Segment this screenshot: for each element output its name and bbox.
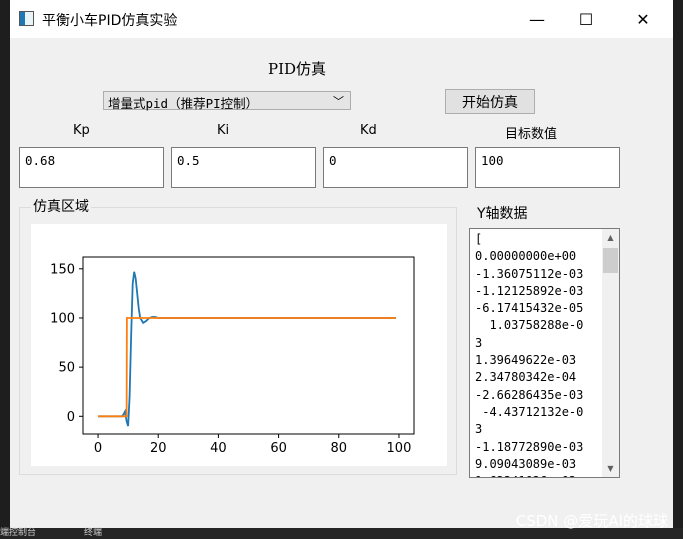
y-tick-label: 0 — [67, 410, 75, 425]
minimize-button[interactable]: — — [514, 0, 560, 38]
kp-value: 0.68 — [25, 153, 56, 168]
y-data-list[interactable]: [0.00000000e+00 -1.36075112e-03 -1.1212589… — [469, 228, 620, 478]
y-data-line: 3 — [475, 422, 483, 437]
x-tick-label: 40 — [210, 441, 227, 456]
scroll-up-icon[interactable]: ▲ — [602, 229, 619, 246]
y-tick-label: 50 — [58, 361, 75, 376]
y-data-line: 3 — [475, 335, 483, 350]
simulation-plot: 0 20 40 60 80 100 0 50 100 150 — [31, 224, 447, 466]
y-data-line: 9.09043089e-03 — [475, 456, 577, 471]
y-data-line: 1.03758288e-0 — [475, 318, 584, 333]
simulation-group-title: 仿真区域 — [31, 196, 91, 216]
kd-value: 0 — [329, 153, 337, 168]
y-data-lines: [0.00000000e+00 -1.36075112e-03 -1.1212589… — [475, 231, 584, 477]
y-data-line: -2.66286435e-03 — [475, 387, 584, 402]
pid-mode-select[interactable]: 增量式pid（推荐PI控制） ﹀ — [103, 91, 351, 111]
minimize-icon: — — [529, 9, 545, 29]
scroll-down-icon[interactable]: ▼ — [602, 460, 619, 477]
y-data-line: -6.17415432e-05 — [475, 301, 584, 316]
scroll-thumb[interactable] — [603, 248, 618, 273]
maximize-icon: ☐ — [578, 9, 594, 29]
app-window: 平衡小车PID仿真实验 — ☐ ✕ PID仿真 增量式pid（推荐PI控制） ﹀… — [10, 0, 673, 528]
y-data-line: -1.18772890e-03 — [475, 439, 584, 454]
y-tick-label: 150 — [50, 262, 75, 277]
target-input[interactable]: 100 — [475, 147, 620, 188]
start-simulation-button[interactable]: 开始仿真 — [445, 89, 535, 114]
ki-value: 0.5 — [177, 153, 200, 168]
y-data-line: 1.39649622e-03 — [475, 353, 577, 368]
y-data-line: 2.34780342e-04 — [475, 370, 577, 385]
window-title: 平衡小车PID仿真实验 — [42, 13, 178, 29]
target-value: 100 — [481, 153, 504, 168]
y-data-line: -1.36075112e-03 — [475, 266, 584, 281]
kd-input[interactable]: 0 — [323, 147, 468, 188]
taskbar-item-terminal[interactable]: 终端 — [84, 528, 102, 539]
x-tick-label: 100 — [387, 441, 412, 456]
kd-label: Kd — [360, 123, 377, 138]
page-title: PID仿真 — [268, 60, 327, 78]
target-label: 目标数值 — [505, 127, 558, 142]
x-tick-label: 0 — [94, 441, 102, 456]
x-tick-label: 20 — [150, 441, 167, 456]
y-data-line: [ — [475, 232, 483, 246]
close-button[interactable]: ✕ — [620, 0, 666, 38]
kp-label: Kp — [73, 123, 90, 138]
x-tick-label: 80 — [330, 441, 347, 456]
chart-svg: 0 20 40 60 80 100 0 50 100 150 — [50, 256, 415, 456]
y-data-line: -4.43712132e-0 — [475, 404, 584, 419]
watermark: CSDN @爱玩AI的球球 — [515, 512, 668, 530]
y-data-title: Y轴数据 — [477, 206, 528, 222]
x-tick-label: 60 — [270, 441, 287, 456]
background-editor-strip — [0, 0, 10, 539]
chevron-down-icon: ﹀ — [333, 95, 344, 108]
y-tick-label: 100 — [50, 311, 75, 326]
ki-label: Ki — [217, 123, 230, 138]
taskbar-item-console[interactable]: 端控制台 — [0, 528, 36, 539]
app-icon — [19, 11, 34, 26]
y-data-scrollbar[interactable]: ▲ ▼ — [602, 229, 619, 477]
kp-input[interactable]: 0.68 — [19, 147, 164, 188]
maximize-button[interactable]: ☐ — [563, 0, 609, 38]
title-bar[interactable]: 平衡小车PID仿真实验 — ☐ ✕ — [10, 0, 673, 38]
pid-mode-selected: 增量式pid（推荐PI控制） — [108, 96, 259, 111]
y-data-line: 1.62341026e-02 — [475, 473, 583, 477]
close-icon: ✕ — [636, 9, 650, 29]
y-data-line: 0.00000000e+00 — [475, 249, 577, 264]
y-data-line: -1.12125892e-03 — [475, 283, 584, 298]
ki-input[interactable]: 0.5 — [171, 147, 316, 188]
